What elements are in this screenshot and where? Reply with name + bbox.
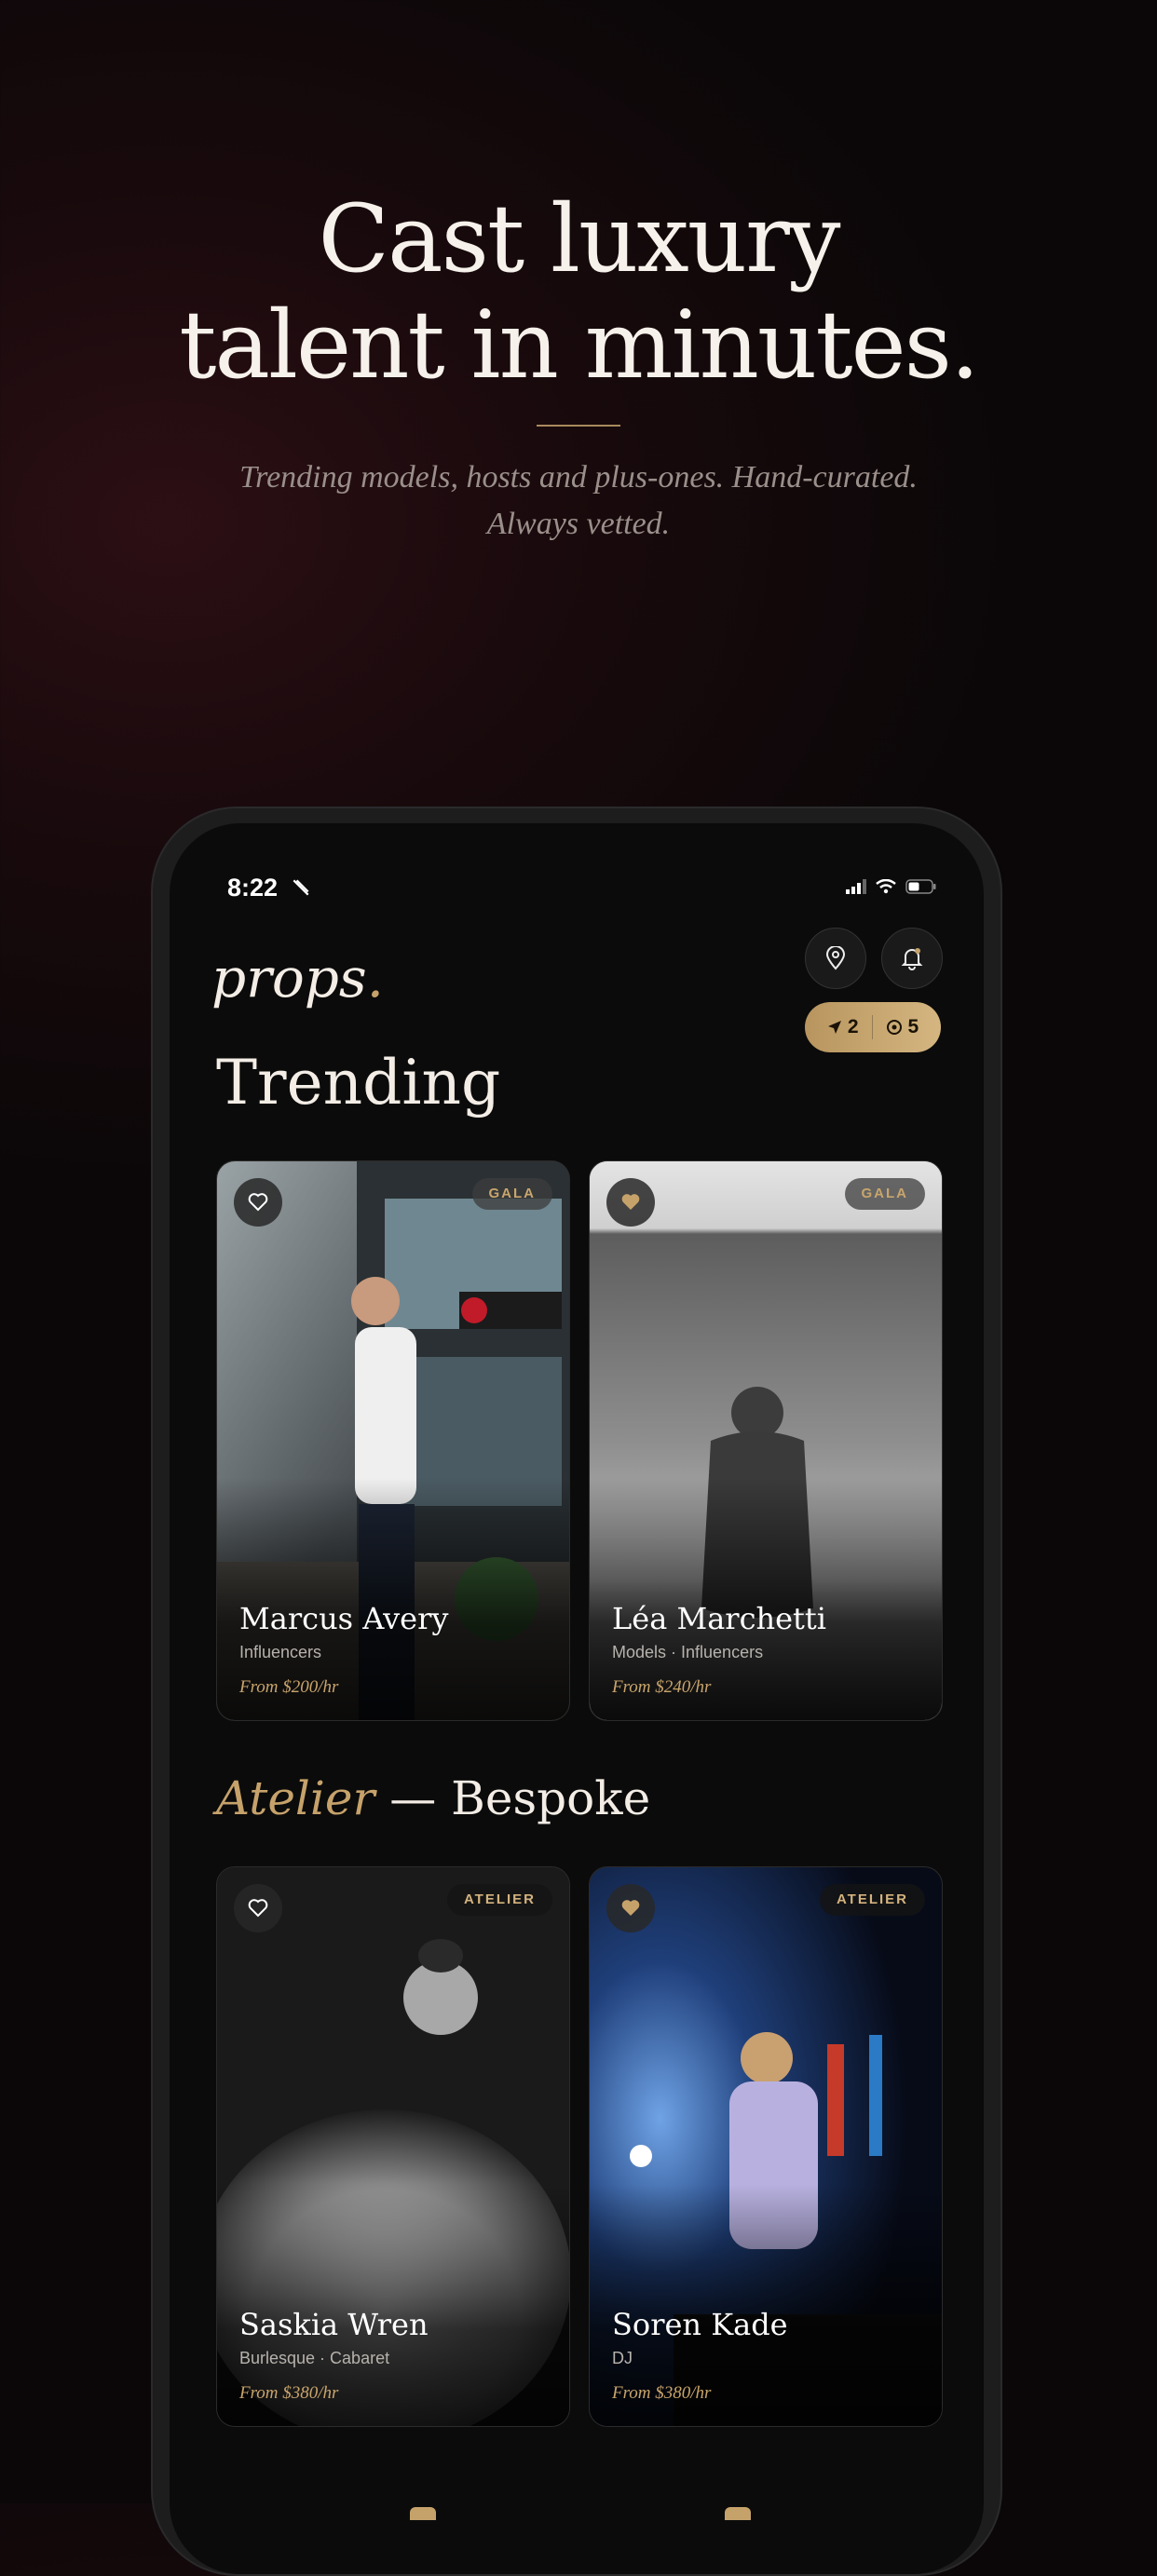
hero-divider [537,425,620,427]
battery-icon [905,879,936,894]
hero-subtitle-line1: Trending models, hosts and plus-ones. Ha… [239,460,918,495]
talent-name: Soren Kade [612,2307,788,2342]
event-tag: GALA [844,1178,925,1210]
alerts-count-value: 5 [907,1016,919,1037]
talent-price: From $200/hr [239,1677,339,1697]
nearby-count: 2 [827,1016,859,1038]
status-time: 8:22 [227,874,279,902]
atelier-title-rest: — Bespoke [374,1771,651,1825]
talent-price: From $240/hr [612,1677,712,1697]
badge-separator [871,1015,873,1039]
event-tag: GALA [471,1178,552,1210]
talent-name: Léa Marchetti [612,1601,826,1636]
phone-screen: 8:22 props. 2 5 Trending GALA Marcus Ave… [170,823,984,2574]
activity-badge[interactable]: 2 5 [805,1002,941,1052]
talent-category: Models · Influencers [612,1643,764,1661]
talent-card-lea-marchetti[interactable]: GALA Léa Marchetti Models · Influencers … [589,1160,943,1721]
nav-indicator [410,2507,436,2520]
heart-filled-icon [621,1900,640,1916]
bell-icon [901,948,923,970]
talent-card-saskia-wren[interactable]: ATELIER Saskia Wren Burlesque · Cabaret … [216,1866,570,2427]
notifications-button[interactable] [881,928,943,989]
app-logo[interactable]: props. [211,946,384,1010]
atelier-title-italic: Atelier [216,1771,375,1825]
hero-title: Cast luxury talent in minutes. [0,186,1157,399]
hero-subtitle-line2: Always vetted. [486,507,671,541]
location-button[interactable] [805,928,866,989]
heart-outline-icon [248,1899,268,1918]
talent-price: From $380/hr [239,2383,339,2403]
navigation-arrow-icon [827,1021,841,1034]
event-tag: ATELIER [446,1884,552,1916]
phone-frame: 8:22 props. 2 5 Trending GALA Marcus Ave… [151,807,1002,2576]
location-services-icon [293,879,309,896]
talent-card-marcus-avery[interactable]: GALA Marcus Avery Influencers From $200/… [216,1160,570,1721]
trending-title: Trending [216,1047,501,1119]
hero-title-line2: talent in minutes. [179,291,980,400]
nearby-count-value: 2 [847,1016,859,1037]
map-pin-icon [825,946,846,970]
event-tag: ATELIER [819,1884,925,1916]
heart-filled-icon [621,1194,640,1210]
nav-indicator [725,2507,751,2520]
talent-category: Influencers [239,1643,322,1661]
app-logo-dot: . [366,946,385,1010]
talent-name: Marcus Avery [239,1601,449,1636]
favorite-button[interactable] [606,1884,655,1932]
app-logo-text: props [211,946,367,1010]
status-icons [846,879,937,894]
wifi-icon [876,879,896,894]
hero-subtitle: Trending models, hosts and plus-ones. Ha… [0,454,1157,548]
talent-category: Burlesque · Cabaret [239,2349,390,2367]
talent-card-soren-kade[interactable]: ATELIER Soren Kade DJ From $380/hr [589,1866,943,2427]
cellular-signal-icon [846,879,866,894]
atelier-title: Atelier — Bespoke [216,1771,650,1825]
talent-name: Saskia Wren [239,2307,429,2342]
heart-outline-icon [248,1193,268,1212]
favorite-button[interactable] [234,1884,282,1932]
talent-category: DJ [612,2349,633,2367]
hero-title-line1: Cast luxury [318,184,841,293]
talent-price: From $380/hr [612,2383,712,2403]
favorite-button[interactable] [234,1178,282,1227]
alert-circle-icon [886,1020,902,1035]
favorite-button[interactable] [606,1178,655,1227]
alerts-count: 5 [886,1016,919,1038]
